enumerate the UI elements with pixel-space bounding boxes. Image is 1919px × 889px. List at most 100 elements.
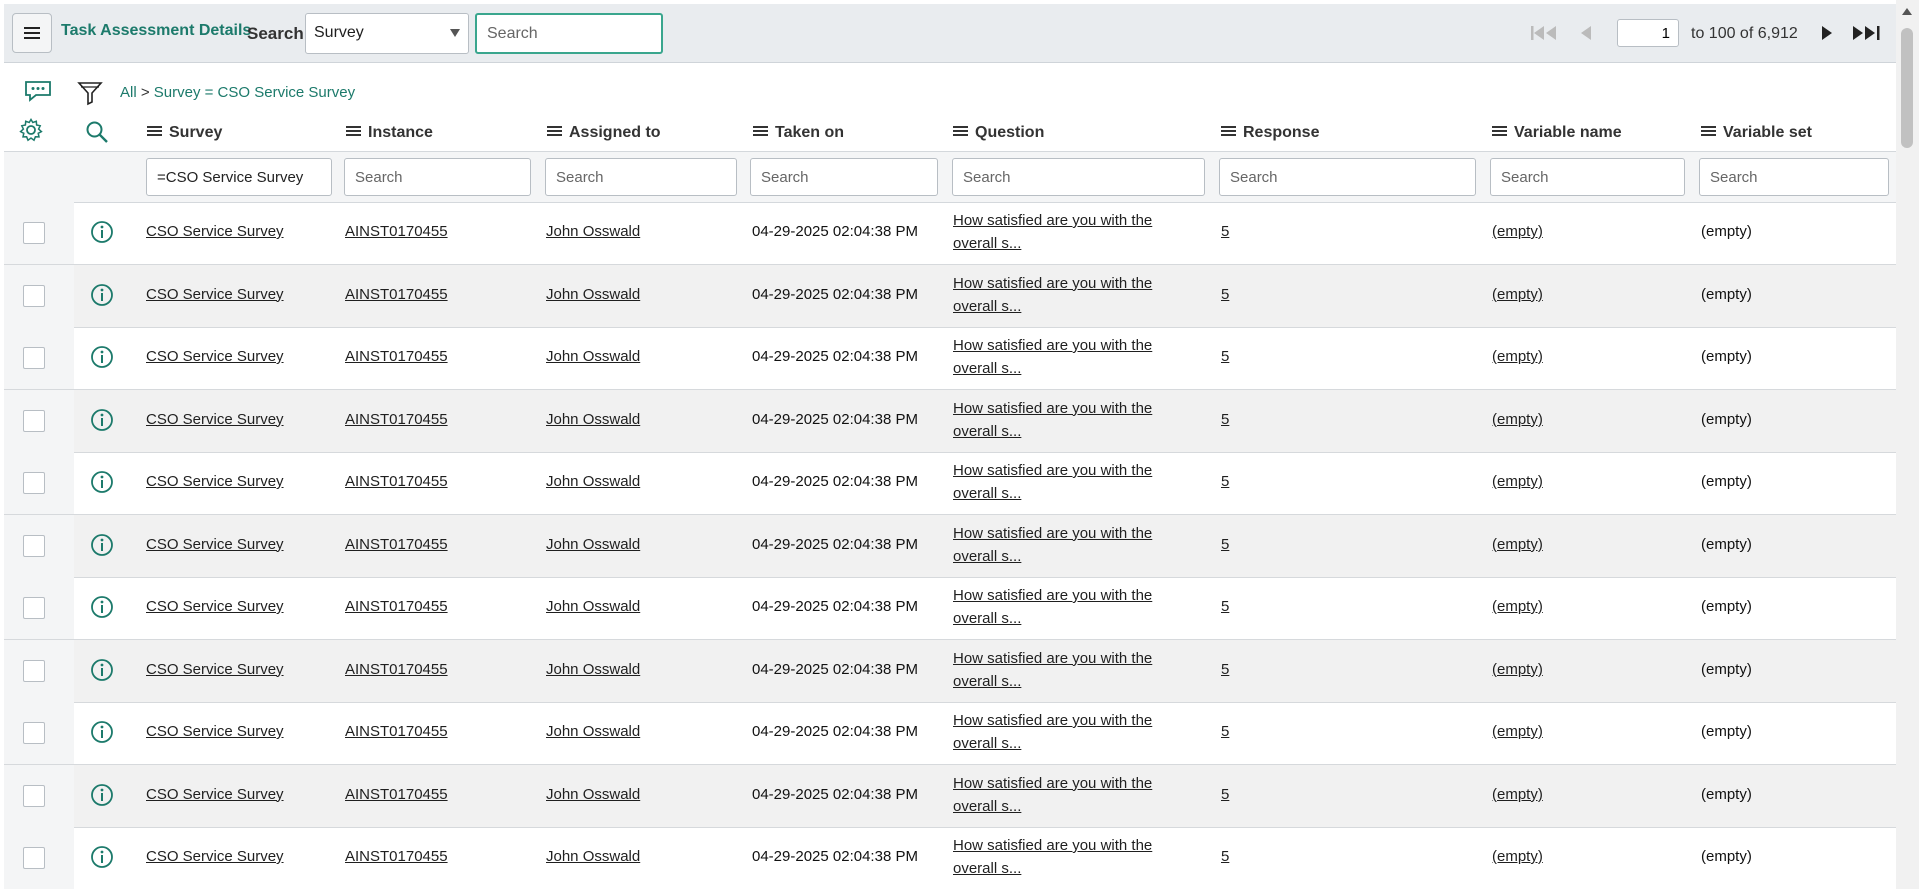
info-icon[interactable]	[90, 845, 114, 869]
column-menu-icon[interactable]	[1701, 129, 1716, 132]
column-menu-icon[interactable]	[147, 129, 162, 132]
row-checkbox[interactable]	[23, 222, 45, 244]
row-checkbox[interactable]	[23, 722, 45, 744]
cell-assigned-to[interactable]: John Osswald	[546, 536, 640, 553]
column-header-question[interactable]: Question	[953, 124, 1044, 142]
vertical-scrollbar[interactable]	[1896, 0, 1919, 889]
row-checkbox[interactable]	[23, 472, 45, 494]
cell-assigned-to[interactable]: John Osswald	[546, 411, 640, 428]
gear-icon[interactable]	[19, 118, 43, 142]
cell-variable-name[interactable]: (empty)	[1492, 473, 1543, 490]
cell-assigned-to[interactable]: John Osswald	[546, 848, 640, 865]
filter-input-taken-on[interactable]	[750, 158, 938, 196]
breadcrumb-condition[interactable]: Survey = CSO Service Survey	[154, 84, 355, 101]
cell-instance[interactable]: AINST0170455	[345, 348, 448, 365]
next-page-icon[interactable]	[1819, 24, 1835, 42]
cell-survey[interactable]: CSO Service Survey	[146, 598, 284, 615]
cell-variable-name[interactable]: (empty)	[1492, 348, 1543, 365]
cell-instance[interactable]: AINST0170455	[345, 286, 448, 303]
cell-question[interactable]: How satisfied are you with the overall s…	[953, 522, 1173, 568]
row-checkbox[interactable]	[23, 659, 45, 682]
cell-survey[interactable]: CSO Service Survey	[146, 723, 284, 740]
row-checkbox[interactable]	[23, 597, 45, 619]
column-header-variable-set[interactable]: Variable set	[1701, 124, 1812, 142]
filter-input-survey[interactable]	[146, 158, 332, 196]
cell-question[interactable]: How satisfied are you with the overall s…	[953, 209, 1173, 255]
cell-instance[interactable]: AINST0170455	[345, 848, 448, 865]
cell-assigned-to[interactable]: John Osswald	[546, 473, 640, 490]
cell-instance[interactable]: AINST0170455	[345, 661, 448, 678]
row-checkbox[interactable]	[23, 847, 45, 869]
column-menu-icon[interactable]	[346, 129, 361, 132]
scrollbar-thumb[interactable]	[1901, 28, 1913, 148]
cell-question[interactable]: How satisfied are you with the overall s…	[953, 334, 1173, 380]
column-header-assigned-to[interactable]: Assigned to	[547, 124, 661, 142]
info-icon[interactable]	[90, 658, 114, 682]
filter-input-response[interactable]	[1219, 158, 1476, 196]
info-icon[interactable]	[90, 533, 114, 557]
cell-assigned-to[interactable]: John Osswald	[546, 286, 640, 303]
cell-response[interactable]: 5	[1221, 223, 1229, 240]
row-checkbox[interactable]	[23, 347, 45, 369]
column-header-response[interactable]: Response	[1221, 124, 1319, 142]
info-icon[interactable]	[90, 345, 114, 369]
cell-assigned-to[interactable]: John Osswald	[546, 723, 640, 740]
cell-question[interactable]: How satisfied are you with the overall s…	[953, 397, 1173, 443]
cell-question[interactable]: How satisfied are you with the overall s…	[953, 272, 1173, 318]
cell-response[interactable]: 5	[1221, 411, 1229, 428]
cell-response[interactable]: 5	[1221, 348, 1229, 365]
cell-question[interactable]: How satisfied are you with the overall s…	[953, 647, 1173, 693]
scroll-up-icon[interactable]	[1902, 8, 1912, 15]
cell-variable-name[interactable]: (empty)	[1492, 286, 1543, 303]
column-menu-icon[interactable]	[1221, 129, 1236, 132]
row-checkbox[interactable]	[23, 409, 45, 432]
info-icon[interactable]	[90, 470, 114, 494]
info-icon[interactable]	[90, 720, 114, 744]
cell-variable-name[interactable]: (empty)	[1492, 786, 1543, 803]
cell-response[interactable]: 5	[1221, 536, 1229, 553]
cell-response[interactable]: 5	[1221, 661, 1229, 678]
search-icon[interactable]	[85, 120, 109, 144]
cell-survey[interactable]: CSO Service Survey	[146, 661, 284, 678]
cell-survey[interactable]: CSO Service Survey	[146, 848, 284, 865]
filter-icon[interactable]	[77, 80, 103, 106]
cell-instance[interactable]: AINST0170455	[345, 411, 448, 428]
activity-stream-icon[interactable]	[24, 80, 52, 102]
cell-survey[interactable]: CSO Service Survey	[146, 536, 284, 553]
breadcrumb-all[interactable]: All	[120, 84, 137, 101]
cell-variable-name[interactable]: (empty)	[1492, 536, 1543, 553]
column-menu-icon[interactable]	[953, 129, 968, 132]
filter-input-variable-set[interactable]	[1699, 158, 1889, 196]
column-header-taken-on[interactable]: Taken on	[753, 124, 844, 142]
column-header-variable-name[interactable]: Variable name	[1492, 124, 1622, 142]
cell-instance[interactable]: AINST0170455	[345, 473, 448, 490]
filter-input-question[interactable]	[952, 158, 1205, 196]
column-header-survey[interactable]: Survey	[147, 124, 222, 142]
cell-survey[interactable]: CSO Service Survey	[146, 286, 284, 303]
info-icon[interactable]	[90, 408, 114, 432]
cell-variable-name[interactable]: (empty)	[1492, 848, 1543, 865]
cell-assigned-to[interactable]: John Osswald	[546, 786, 640, 803]
cell-instance[interactable]: AINST0170455	[345, 223, 448, 240]
cell-response[interactable]: 5	[1221, 598, 1229, 615]
info-icon[interactable]	[90, 220, 114, 244]
cell-question[interactable]: How satisfied are you with the overall s…	[953, 709, 1173, 755]
first-page-icon[interactable]	[1530, 24, 1560, 42]
cell-question[interactable]: How satisfied are you with the overall s…	[953, 772, 1173, 818]
cell-survey[interactable]: CSO Service Survey	[146, 223, 284, 240]
column-header-instance[interactable]: Instance	[346, 124, 433, 142]
cell-instance[interactable]: AINST0170455	[345, 723, 448, 740]
column-menu-icon[interactable]	[753, 129, 768, 132]
cell-variable-name[interactable]: (empty)	[1492, 723, 1543, 740]
cell-response[interactable]: 5	[1221, 286, 1229, 303]
info-icon[interactable]	[90, 595, 114, 619]
cell-assigned-to[interactable]: John Osswald	[546, 348, 640, 365]
row-checkbox[interactable]	[23, 284, 45, 307]
cell-instance[interactable]: AINST0170455	[345, 786, 448, 803]
cell-survey[interactable]: CSO Service Survey	[146, 411, 284, 428]
cell-question[interactable]: How satisfied are you with the overall s…	[953, 459, 1173, 505]
column-menu-icon[interactable]	[547, 129, 562, 132]
cell-response[interactable]: 5	[1221, 723, 1229, 740]
cell-survey[interactable]: CSO Service Survey	[146, 473, 284, 490]
cell-assigned-to[interactable]: John Osswald	[546, 598, 640, 615]
